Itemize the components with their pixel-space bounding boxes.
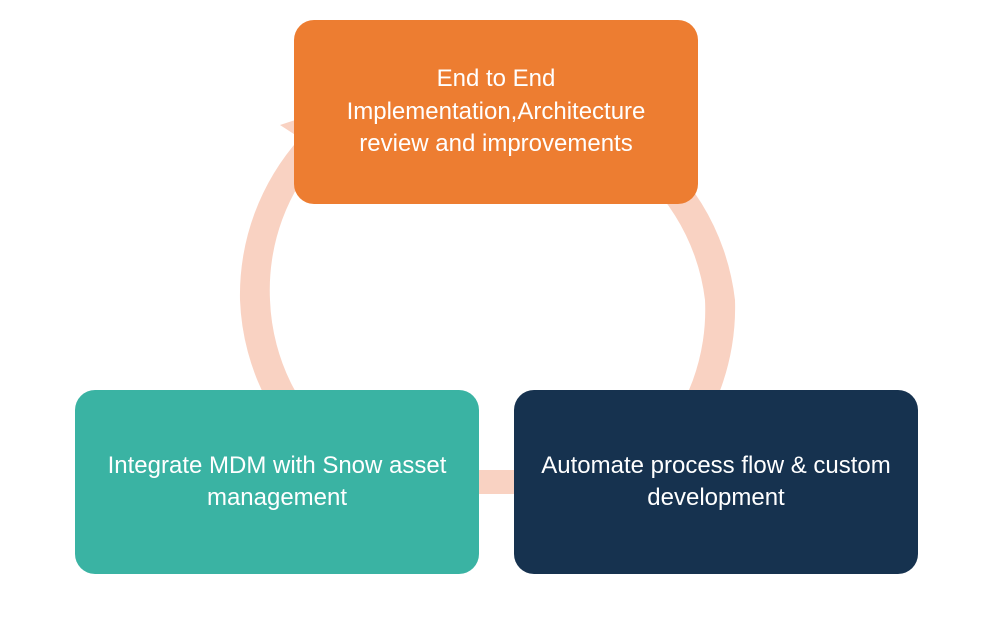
node-bottom-left: Integrate MDM with Snow asset management	[75, 390, 479, 574]
node-bottom-right: Automate process flow & custom developme…	[514, 390, 918, 574]
node-top-label: End to End Implementation,Architecture r…	[320, 63, 672, 160]
node-bottom-left-label: Integrate MDM with Snow asset management	[101, 450, 453, 515]
node-bottom-right-label: Automate process flow & custom developme…	[540, 450, 892, 515]
node-top: End to End Implementation,Architecture r…	[294, 20, 698, 204]
